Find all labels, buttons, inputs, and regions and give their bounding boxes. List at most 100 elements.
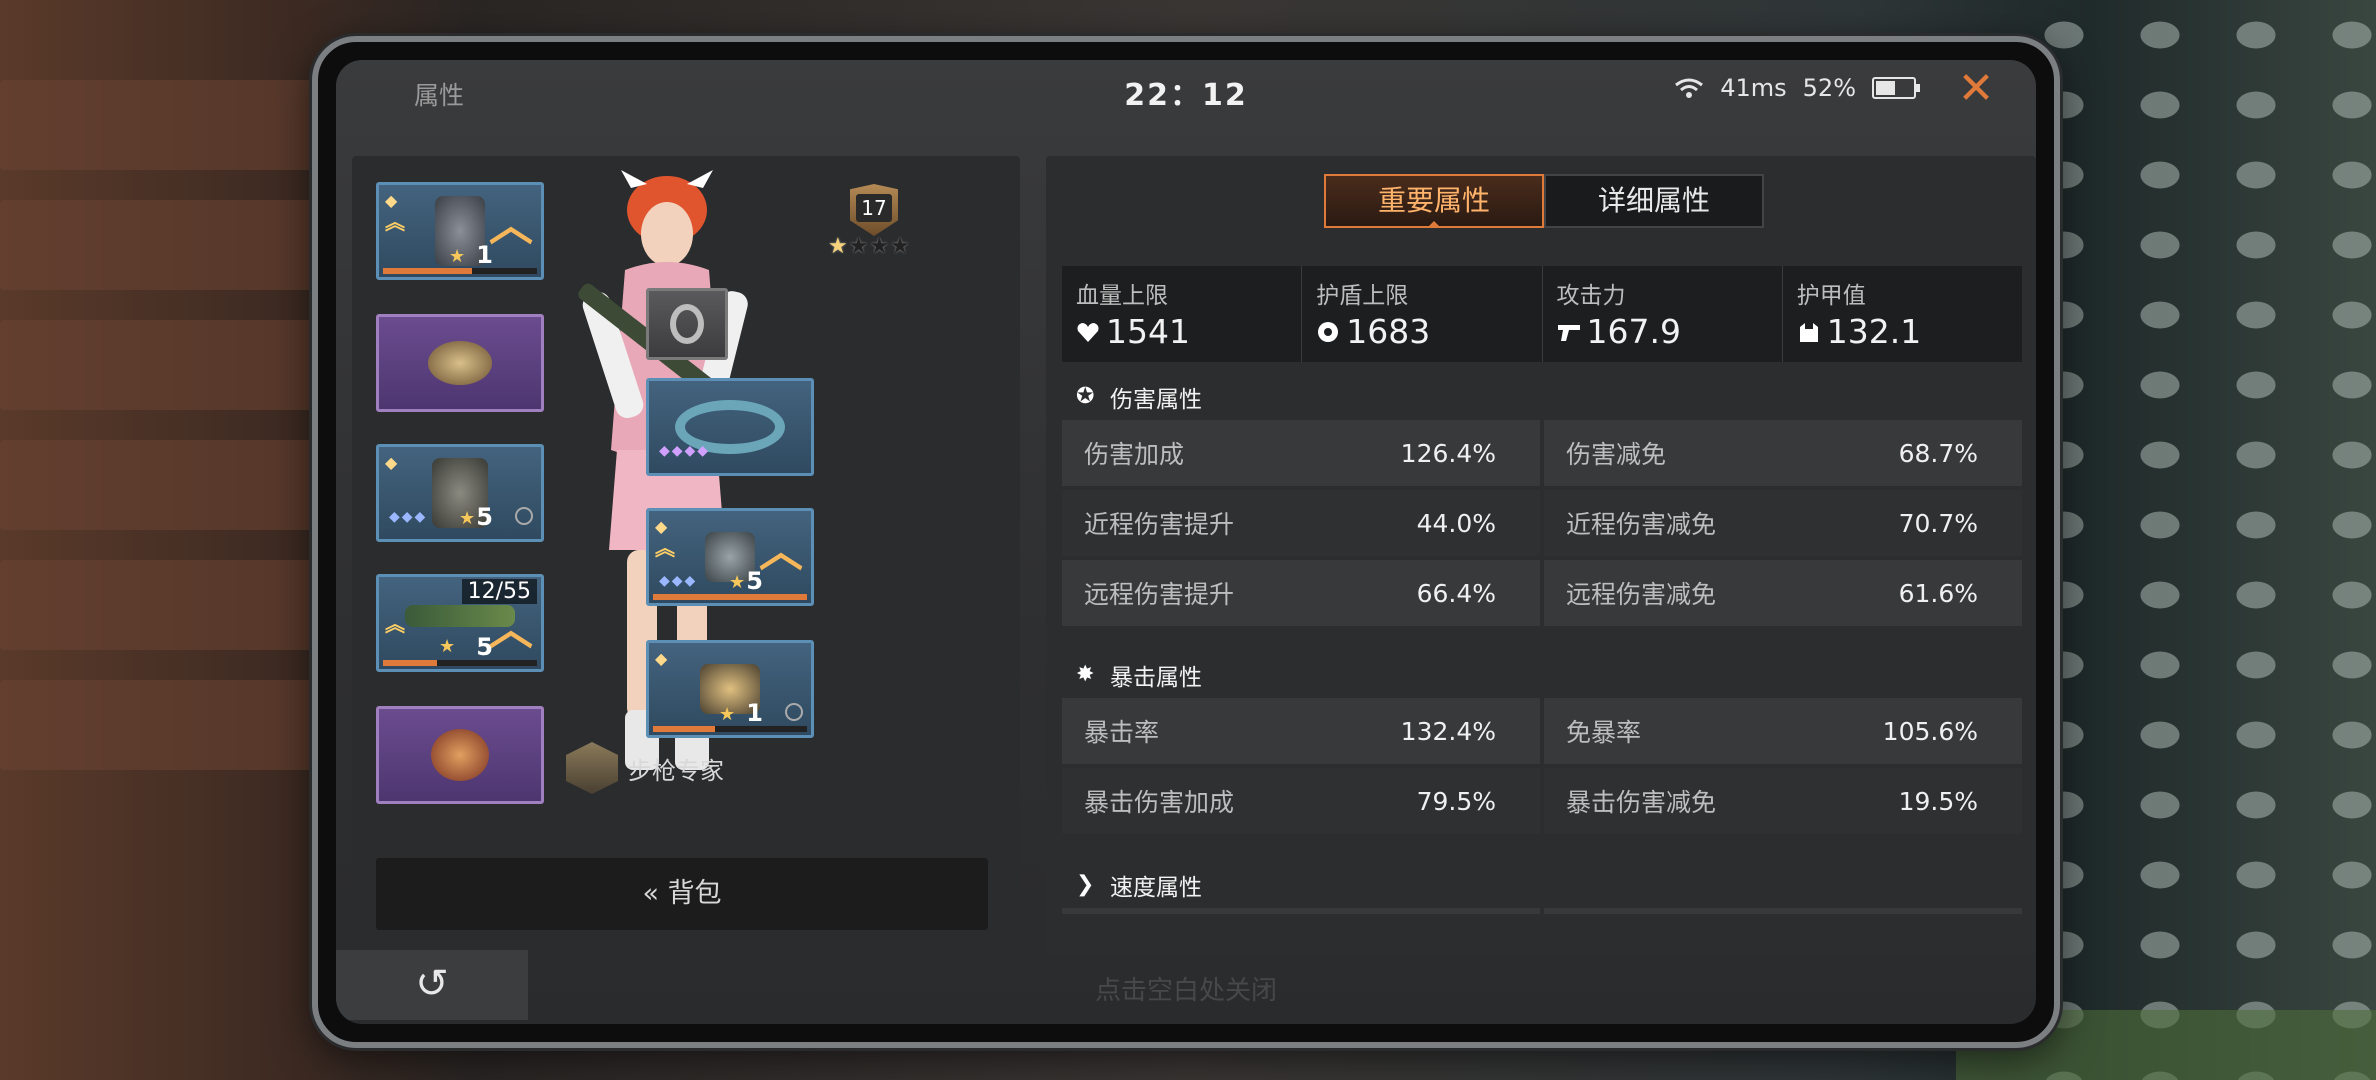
stat-row: 伤害减免 68.7% xyxy=(1544,420,2022,486)
critical-burst-icon: ✸ xyxy=(1076,662,1095,687)
damage-stats: 伤害加成 126.4% 伤害减免 68.7% 近程伤害提升 44.0% 近程伤害减免 7… xyxy=(1062,420,2022,626)
wifi-icon xyxy=(1675,78,1704,98)
section-title: 伤害属性 xyxy=(1110,387,1202,413)
rank-level: 17 xyxy=(856,194,892,222)
lock-icon xyxy=(515,507,533,525)
title-badge[interactable]: 步枪专家 xyxy=(566,742,724,794)
attributes-panel: 重要属性 详细属性 血量上限 1541 护盾上限 1683 攻击力 167.9 … xyxy=(1046,156,2036,956)
pet-icon xyxy=(428,341,492,385)
equipment-slot-pet[interactable] xyxy=(376,314,544,412)
stat-row: 近程伤害提升 44.0% xyxy=(1062,490,1540,556)
basic-stats: 血量上限 1541 护盾上限 1683 攻击力 167.9 护甲值 132.1 xyxy=(1062,266,2022,362)
battery-icon xyxy=(1872,77,1920,99)
stat-label: 护盾上限 xyxy=(1316,283,1409,309)
equipment-slot-item[interactable] xyxy=(376,706,544,804)
stat-row: 近程伤害减免 70.7% xyxy=(1544,490,2022,556)
slot-level: 5 xyxy=(476,503,493,531)
equipment-slot-module[interactable]: ◆ ★ 1 xyxy=(646,640,814,738)
section-speed: ❯ 速度属性 xyxy=(1076,868,1202,902)
tab-detailed-attributes[interactable]: 详细属性 xyxy=(1544,174,1764,228)
section-title: 暴击属性 xyxy=(1110,665,1202,691)
damage-icon: ✪ xyxy=(1076,384,1095,409)
stat-value: 132.1 xyxy=(1826,312,1922,351)
stat-value: 1541 xyxy=(1106,312,1190,351)
star-icon: ★ xyxy=(449,246,466,267)
close-icon[interactable]: ✕ xyxy=(1952,66,2000,114)
heart-icon xyxy=(1077,322,1099,342)
stat-row: 远程伤害提升 66.4% xyxy=(1062,560,1540,626)
status-bar: 属性 22：12 41ms 52% ✕ xyxy=(336,60,2036,114)
ammo-count: 12/55 xyxy=(461,579,537,604)
attribute-tabs: 重要属性 详细属性 xyxy=(1324,174,1764,228)
character-panel: ◆ ︽ ★ 1 ︿ ◆ ◆◆◆ ★ 5 12/55 ︽ ★ 5 ︿ 17 ★★★… xyxy=(352,156,1020,956)
gem-slots-icon: ◆◆◆ xyxy=(389,509,428,525)
star-filled-icon: ★ xyxy=(828,234,849,259)
stat-attack: 攻击力 167.9 xyxy=(1543,266,1783,362)
stat-label: 攻击力 xyxy=(1556,283,1626,309)
stat-max-hp: 血量上限 1541 xyxy=(1062,266,1303,362)
rarity-diamond-icon: ◆ xyxy=(385,453,398,472)
rank-stars: ★★★★ xyxy=(828,234,911,259)
rank-badge[interactable]: 17 ★★★★ xyxy=(828,184,918,260)
rank-chevron-icon: ︿ xyxy=(759,526,803,577)
durability-bar xyxy=(653,726,807,732)
equipment-slot-bracelet[interactable]: ◆◆◆◆ xyxy=(646,378,814,476)
upgrade-chevron-icon: ︽ xyxy=(385,612,405,636)
durability-bar xyxy=(383,660,537,666)
attributes-screen: 属性 22：12 41ms 52% ✕ ◆ ︽ ★ 1 ︿ ◆ ◆◆◆ ★ 5 … xyxy=(336,60,2036,1024)
shield-icon xyxy=(1318,321,1339,342)
speed-stats xyxy=(1062,908,2022,914)
speed-chevron-icon: ❯ xyxy=(1076,872,1095,897)
stat-label: 血量上限 xyxy=(1076,283,1168,309)
durability-bar xyxy=(383,268,537,274)
title-badge-label: 步枪专家 xyxy=(628,756,724,785)
backpack-label: 背包 xyxy=(667,878,722,909)
rarity-diamond-icon: ◆ xyxy=(655,649,668,668)
star-icon: ★ xyxy=(459,508,476,529)
double-chevron-left-icon: « xyxy=(642,878,659,909)
section-damage: ✪ 伤害属性 xyxy=(1076,380,1202,414)
upgrade-chevron-icon: ︽ xyxy=(655,536,675,560)
rarity-diamond-icon: ◆ xyxy=(655,517,668,536)
stat-row: 暴击率 132.4% xyxy=(1062,698,1540,764)
close-hint: 点击空白处关闭 xyxy=(1094,976,1277,1006)
equipment-slot-weapon[interactable]: 12/55 ︽ ★ 5 ︿ xyxy=(376,574,544,672)
durability-bar xyxy=(653,594,807,600)
star-icon: ★ xyxy=(719,704,736,725)
star-empty-icon: ★★★ xyxy=(848,234,911,259)
stat-value: 167.9 xyxy=(1586,312,1681,351)
stat-row: 暴击伤害加成 79.5% xyxy=(1062,768,1540,834)
bottom-bar: ↺ 点击空白处关闭 xyxy=(336,944,2036,1024)
critical-stats: 暴击率 132.4% 免暴率 105.6% 暴击伤害加成 79.5% 暴击伤害减免 19… xyxy=(1062,698,2022,834)
stat-row: 伤害加成 126.4% xyxy=(1062,420,1540,486)
stat-row: 远程伤害减免 61.6% xyxy=(1544,560,2022,626)
star-icon: ★ xyxy=(729,572,746,593)
ping-value: 41ms xyxy=(1720,74,1787,102)
battery-percent: 52% xyxy=(1802,74,1856,102)
upgrade-chevron-icon: ︽ xyxy=(385,210,405,234)
rank-chevron-icon: ︿ xyxy=(489,200,533,251)
stat-armor: 护甲值 132.1 xyxy=(1783,266,2022,362)
stat-value: 1683 xyxy=(1346,312,1431,351)
stat-row-partial xyxy=(1544,908,2022,914)
ring-icon xyxy=(670,304,704,344)
equipment-slot-ring[interactable] xyxy=(646,288,728,360)
tab-key-attributes[interactable]: 重要属性 xyxy=(1324,174,1544,228)
rank-chevron-icon: ︿ xyxy=(489,604,533,655)
tablet-frame: 属性 22：12 41ms 52% ✕ ◆ ︽ ★ 1 ︿ ◆ ◆◆◆ ★ 5 … xyxy=(312,36,2060,1048)
backpack-button[interactable]: « 背包 xyxy=(376,858,988,930)
rarity-diamond-icon: ◆ xyxy=(385,191,398,210)
stat-label: 护甲值 xyxy=(1796,283,1866,309)
equipment-slot-helmet[interactable]: ◆ ︽ ★ 1 ︿ xyxy=(376,182,544,280)
section-title: 速度属性 xyxy=(1110,875,1202,901)
equipment-slot-secondary-weapon[interactable]: ◆ ︽ ◆◆◆ ★ 5 ︿ xyxy=(646,508,814,606)
armor-icon xyxy=(1799,322,1818,342)
slot-level: 1 xyxy=(746,699,763,727)
stat-row: 免暴率 105.6% xyxy=(1544,698,2022,764)
gun-icon xyxy=(1557,324,1580,341)
gem-slots-icon: ◆◆◆◆ xyxy=(659,443,711,459)
equipment-slot-armor[interactable]: ◆ ◆◆◆ ★ 5 xyxy=(376,444,544,542)
rifle-expert-emblem-icon xyxy=(566,742,618,794)
stat-row: 暴击伤害减免 19.5% xyxy=(1544,768,2022,834)
lock-icon xyxy=(785,703,803,721)
